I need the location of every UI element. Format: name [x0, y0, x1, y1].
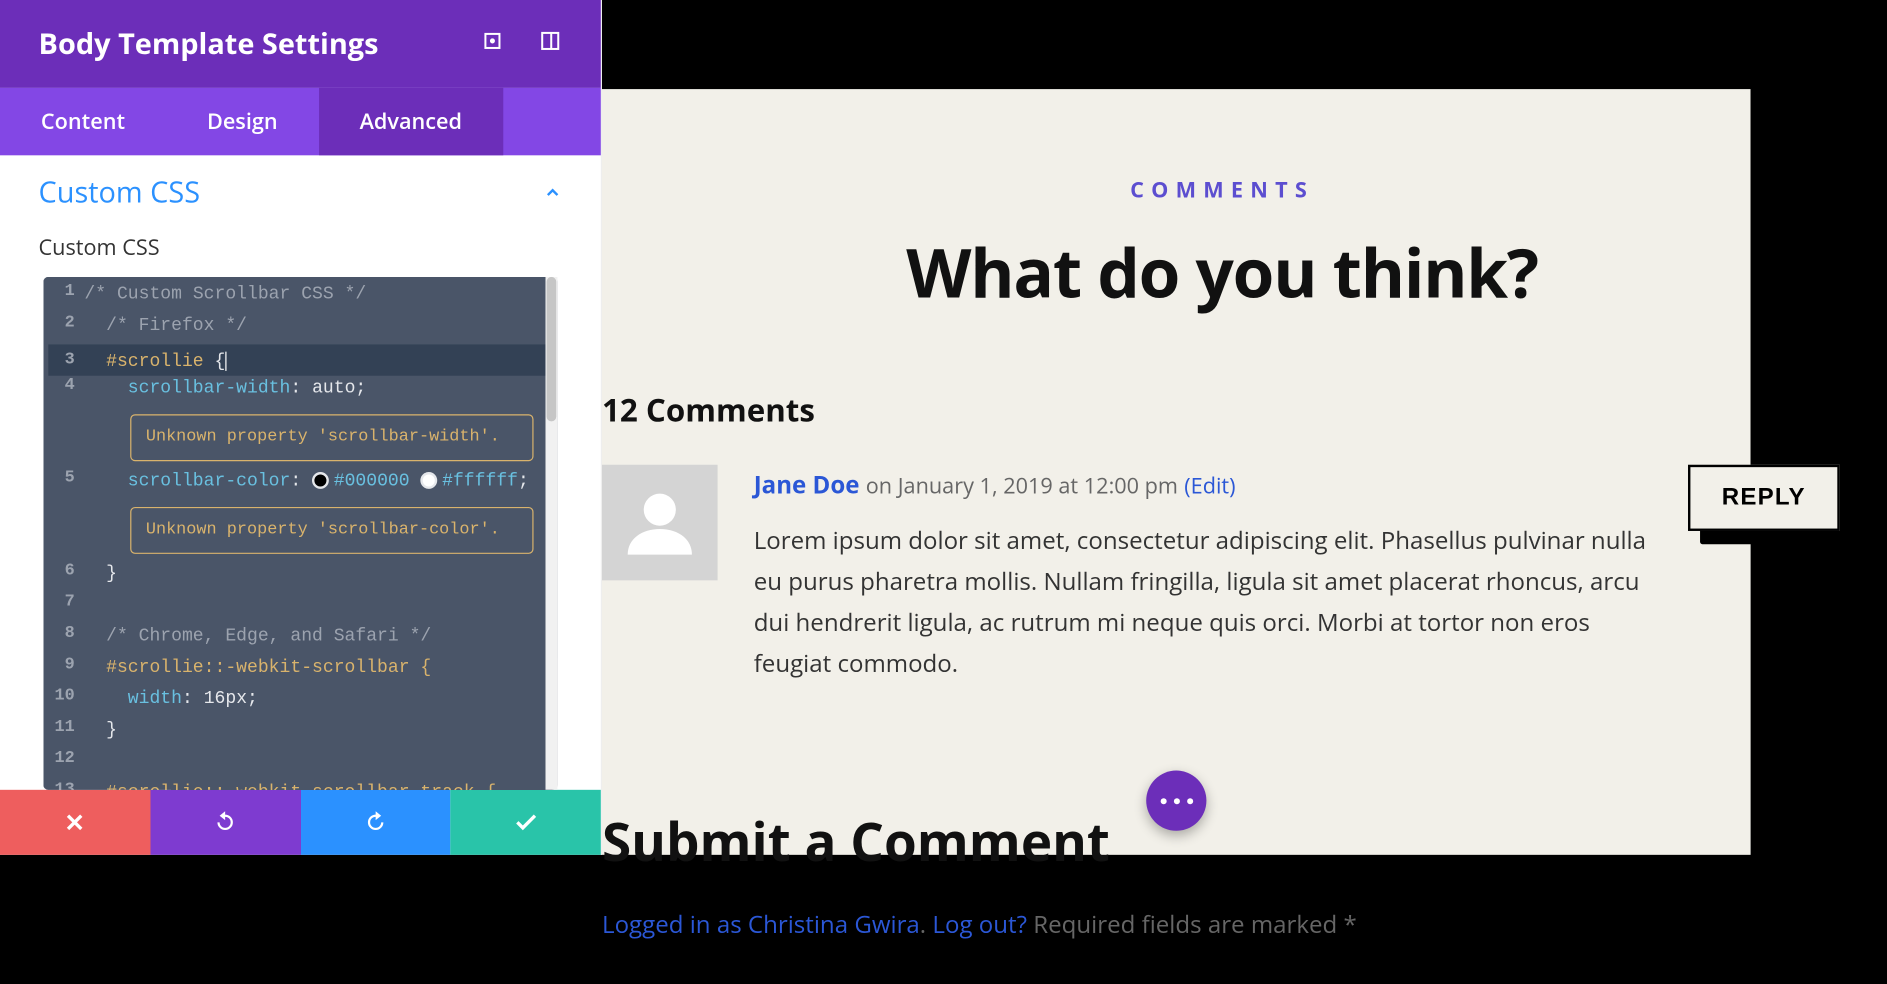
save-button[interactable]: [451, 790, 601, 855]
chevron-up-icon: [543, 172, 562, 212]
comment-timestamp: on January 1, 2019 at 12:00 pm: [866, 472, 1178, 501]
reply-button[interactable]: REPLY: [1688, 465, 1840, 531]
comment-textarea-top[interactable]: [602, 967, 1842, 984]
logout-link[interactable]: Log out?: [932, 908, 1027, 941]
undo-button[interactable]: [150, 790, 300, 855]
lint-warning: Unknown property 'scrollbar-color'.: [130, 507, 533, 554]
comments-eyebrow: COMMENTS: [602, 176, 1842, 205]
builder-fab[interactable]: [1146, 771, 1206, 831]
section-header-custom-css[interactable]: Custom CSS: [39, 172, 563, 233]
tab-design[interactable]: Design: [166, 88, 319, 155]
avatar: [602, 465, 718, 581]
settings-panel: Body Template Settings Content Design Ad…: [0, 0, 602, 855]
section-title: Custom CSS: [39, 172, 201, 212]
comment-edit-link[interactable]: (Edit): [1184, 472, 1235, 501]
redo-button[interactable]: [300, 790, 450, 855]
settings-header: Body Template Settings: [0, 0, 601, 88]
preview-pane: COMMENTS What do you think? 12 Comments …: [602, 0, 1887, 855]
required-note: Required fields are marked *: [1027, 908, 1357, 941]
preview-scrollbar[interactable]: [1751, 89, 1773, 510]
tab-advanced[interactable]: Advanced: [319, 88, 503, 155]
settings-footer: [0, 790, 601, 855]
comment-meta-line: Jane Doe on January 1, 2019 at 12:00 pm …: [754, 465, 1652, 506]
comment-author[interactable]: Jane Doe: [754, 468, 860, 501]
preview-viewport[interactable]: COMMENTS What do you think? 12 Comments …: [602, 89, 1751, 855]
field-label-custom-css: Custom CSS: [39, 234, 563, 277]
code-editor-wrap: 1/* Custom Scrollbar CSS */ 2/* Firefox …: [43, 277, 557, 790]
lint-warning: Unknown property 'scrollbar-width'.: [130, 414, 533, 461]
logged-in-link[interactable]: Logged in as Christina Gwira: [602, 908, 920, 941]
login-line: Logged in as Christina Gwira. Log out? R…: [602, 908, 1842, 941]
comment-item: Jane Doe on January 1, 2019 at 12:00 pm …: [602, 465, 1842, 684]
code-editor[interactable]: 1/* Custom Scrollbar CSS */ 2/* Firefox …: [43, 277, 557, 790]
expand-icon[interactable]: [480, 29, 504, 59]
dock-icon[interactable]: [538, 29, 562, 59]
editor-scrollbar[interactable]: [545, 277, 557, 790]
comment-text: Lorem ipsum dolor sit amet, consectetur …: [754, 520, 1652, 684]
comments-count: 12 Comments: [602, 388, 1842, 431]
tab-content[interactable]: Content: [0, 88, 166, 155]
settings-title: Body Template Settings: [39, 24, 379, 64]
comments-heading: What do you think?: [602, 226, 1842, 318]
discard-button[interactable]: [0, 790, 150, 855]
submit-heading: Submit a Comment: [602, 804, 1842, 876]
tabs: Content Design Advanced: [0, 88, 601, 155]
